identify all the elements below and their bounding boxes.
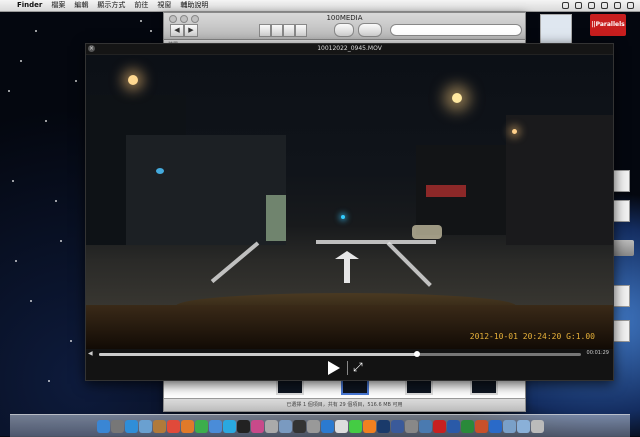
powerpoint-icon[interactable]	[474, 419, 488, 433]
skype-icon[interactable]	[222, 419, 236, 433]
status-icon[interactable]	[562, 2, 569, 9]
menu-file[interactable]: 檔案	[51, 0, 65, 11]
windows-icon[interactable]	[488, 419, 502, 433]
quick-look-button[interactable]	[334, 23, 354, 37]
word-icon[interactable]	[446, 419, 460, 433]
video-title-bar: × 10012022_0945.MOV	[86, 44, 613, 55]
seek-progress	[99, 353, 418, 356]
fullscreen-icon[interactable]: ⤢	[353, 360, 363, 375]
menu-extras	[562, 0, 634, 11]
seek-knob[interactable]	[414, 351, 421, 357]
search-input[interactable]	[390, 24, 522, 36]
trash-icon[interactable]	[530, 419, 544, 433]
video-frame: 2012-10-01 20:24:20 G:1.00	[86, 55, 613, 349]
qq-icon[interactable]	[236, 419, 250, 433]
finder-icon[interactable]	[96, 419, 110, 433]
desktop-file-icon[interactable]	[612, 200, 630, 222]
folder-icon[interactable]	[502, 419, 516, 433]
video-player-window: × 10012022_0945.MOV 2012-10-01 20:24:20 …	[85, 43, 614, 381]
parallels-icon[interactable]: ||Parallels	[590, 14, 626, 36]
chrome-icon[interactable]	[194, 419, 208, 433]
action-button[interactable]	[358, 23, 382, 37]
volume-icon[interactable]: ◀	[88, 350, 93, 357]
k-app-icon[interactable]	[390, 419, 404, 433]
icon-view-button[interactable]	[259, 24, 271, 37]
video-timestamp: 2012-10-01 20:24:20 G:1.00	[469, 332, 595, 341]
player-controls: ◀ 00:01:29 ⤢	[86, 349, 613, 380]
menu-view[interactable]: 顯示方式	[97, 0, 125, 11]
list-view-button[interactable]	[271, 24, 283, 37]
nav-buttons: ◀ ▶	[170, 24, 198, 37]
desktop-file-icon[interactable]	[612, 170, 630, 192]
activity-icon[interactable]	[348, 419, 362, 433]
desktop-document-icon[interactable]	[540, 14, 572, 46]
parallels-icon[interactable]	[432, 419, 446, 433]
control-divider	[347, 361, 348, 375]
wifi-icon[interactable]	[588, 2, 595, 9]
forward-button[interactable]: ▶	[184, 24, 198, 37]
desktop-file-icon[interactable]	[612, 320, 630, 342]
textedit-icon[interactable]	[334, 419, 348, 433]
downloads-icon[interactable]	[516, 419, 530, 433]
menu-go[interactable]: 前往	[134, 0, 148, 11]
status-icon[interactable]	[575, 2, 582, 9]
menu-help[interactable]: 輔助說明	[180, 0, 208, 11]
disk-icon[interactable]	[404, 419, 418, 433]
mail-icon[interactable]	[138, 419, 152, 433]
coverflow-view-button[interactable]	[295, 24, 307, 37]
excel-icon[interactable]	[460, 419, 474, 433]
view-mode-buttons	[259, 24, 307, 37]
menu-window[interactable]: 視窗	[157, 0, 171, 11]
system-prefs-icon[interactable]	[306, 419, 320, 433]
photoshop-icon[interactable]	[376, 419, 390, 433]
photo-icon[interactable]	[250, 419, 264, 433]
utility-icon[interactable]	[264, 419, 278, 433]
preview-icon[interactable]	[278, 419, 292, 433]
desktop-file-icon[interactable]	[612, 285, 630, 307]
column-view-button[interactable]	[283, 24, 295, 37]
menu-edit[interactable]: 編輯	[74, 0, 88, 11]
app-store-icon[interactable]	[320, 419, 334, 433]
launchpad-icon[interactable]	[110, 419, 124, 433]
vlc-icon[interactable]	[362, 419, 376, 433]
menu-finder[interactable]: Finder	[17, 0, 42, 11]
firefox-icon[interactable]	[180, 419, 194, 433]
hard-drive-icon[interactable]	[612, 240, 634, 256]
address-book-icon[interactable]	[152, 419, 166, 433]
video-title: 10012022_0945.MOV	[317, 45, 382, 52]
itunes-icon[interactable]	[208, 419, 222, 433]
finder-toolbar: 100MEDIA ◀ ▶	[164, 13, 525, 40]
ical-icon[interactable]	[166, 419, 180, 433]
back-button[interactable]: ◀	[170, 24, 184, 37]
car-dashboard	[86, 305, 613, 349]
volume-icon[interactable]	[601, 2, 608, 9]
seek-bar[interactable]	[99, 351, 581, 357]
xcode-icon[interactable]	[418, 419, 432, 433]
play-button[interactable]	[328, 361, 340, 375]
terminal-icon[interactable]	[292, 419, 306, 433]
safari-icon[interactable]	[124, 419, 138, 433]
dock	[10, 414, 630, 437]
finder-status-bar: 已選擇 1 個項目，共有 29 個項目，516.6 MB 可用	[164, 398, 525, 411]
menu-bar: Finder 檔案 編輯 顯示方式 前往 視窗 輔助說明	[0, 0, 640, 12]
spotlight-icon[interactable]	[627, 2, 634, 9]
elapsed-time: 00:01:29	[586, 350, 609, 356]
close-icon[interactable]: ×	[88, 45, 95, 52]
finder-title: 100MEDIA	[326, 14, 363, 22]
battery-icon[interactable]	[614, 2, 621, 9]
